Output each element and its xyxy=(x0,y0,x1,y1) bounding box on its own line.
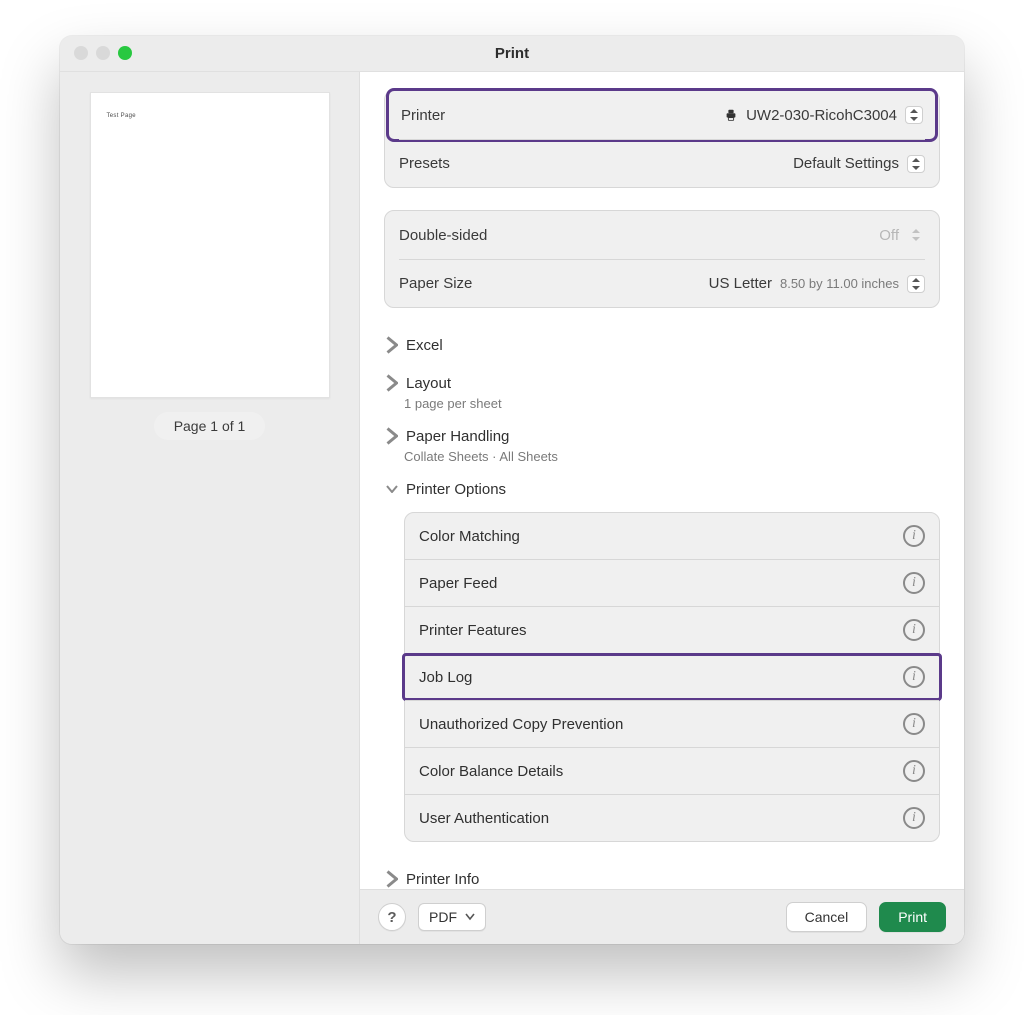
printer-option-job-log[interactable]: Job Log i xyxy=(405,653,939,700)
printer-value: UW2-030-RicohC3004 xyxy=(746,107,897,124)
preview-content-text: Test Page xyxy=(91,93,329,119)
section-layout[interactable]: Layout 1 page per sheet xyxy=(384,368,940,411)
printer-option-user-authentication[interactable]: User Authentication i xyxy=(405,794,939,841)
dialog-footer: ? PDF Cancel Print xyxy=(360,889,964,944)
info-icon[interactable]: i xyxy=(903,807,925,829)
stepper-icon xyxy=(907,275,925,293)
preview-pane: Test Page Page 1 of 1 xyxy=(60,72,360,944)
chevron-down-icon xyxy=(465,913,475,921)
double-sided-value: Off xyxy=(879,227,899,244)
window-controls xyxy=(74,46,132,60)
info-icon[interactable]: i xyxy=(903,713,925,735)
minimize-window-button[interactable] xyxy=(96,46,110,60)
page-preview: Test Page xyxy=(90,92,330,398)
presets-select-row[interactable]: Presets Default Settings xyxy=(399,139,925,187)
option-label: Color Balance Details xyxy=(419,763,563,780)
printer-label: Printer xyxy=(401,107,445,124)
printer-icon xyxy=(724,108,738,122)
close-window-button[interactable] xyxy=(74,46,88,60)
chevron-right-icon xyxy=(386,430,398,442)
pdf-label: PDF xyxy=(429,909,457,925)
paper-size-value: US Letter xyxy=(709,275,772,292)
info-icon[interactable]: i xyxy=(903,666,925,688)
help-button[interactable]: ? xyxy=(378,903,406,931)
info-icon[interactable]: i xyxy=(903,525,925,547)
section-subtitle: 1 page per sheet xyxy=(404,396,940,411)
printer-option-printer-features[interactable]: Printer Features i xyxy=(405,606,939,653)
info-icon[interactable]: i xyxy=(903,572,925,594)
cancel-button[interactable]: Cancel xyxy=(786,902,868,932)
paper-size-label: Paper Size xyxy=(399,275,472,292)
section-title: Paper Handling xyxy=(406,428,509,445)
chevron-right-icon xyxy=(386,377,398,389)
section-excel[interactable]: Excel xyxy=(384,330,940,360)
section-title: Layout xyxy=(406,375,451,392)
option-label: Unauthorized Copy Prevention xyxy=(419,716,623,733)
option-label: User Authentication xyxy=(419,810,549,827)
chevron-right-icon xyxy=(386,873,398,885)
settings-pane: Printer UW2-030-RicohC3004 xyxy=(360,72,964,944)
double-sided-row: Double-sided Off xyxy=(399,211,925,259)
paper-size-row[interactable]: Paper Size US Letter 8.50 by 11.00 inche… xyxy=(399,259,925,307)
section-printer-options[interactable]: Printer Options xyxy=(384,474,940,504)
pdf-dropdown[interactable]: PDF xyxy=(418,903,486,931)
option-label: Color Matching xyxy=(419,528,520,545)
section-subtitle: Collate Sheets · All Sheets xyxy=(404,449,940,464)
double-sided-label: Double-sided xyxy=(399,227,487,244)
info-icon[interactable]: i xyxy=(903,619,925,641)
paper-size-dims: 8.50 by 11.00 inches xyxy=(780,276,899,291)
presets-value: Default Settings xyxy=(793,155,899,172)
section-printer-info[interactable]: Printer Info xyxy=(384,864,940,889)
printer-option-color-balance-details[interactable]: Color Balance Details i xyxy=(405,747,939,794)
option-label: Printer Features xyxy=(419,622,527,639)
page-setup-group: Double-sided Off Paper Size US xyxy=(384,210,940,308)
printer-option-color-matching[interactable]: Color Matching i xyxy=(405,513,939,559)
chevron-right-icon xyxy=(386,339,398,351)
section-title: Printer Options xyxy=(406,481,506,498)
titlebar: Print xyxy=(60,36,964,72)
dialog-title: Print xyxy=(495,45,529,62)
printer-option-paper-feed[interactable]: Paper Feed i xyxy=(405,559,939,606)
printer-presets-group: Printer UW2-030-RicohC3004 xyxy=(384,90,940,188)
presets-label: Presets xyxy=(399,155,450,172)
section-paper-handling[interactable]: Paper Handling Collate Sheets · All Shee… xyxy=(384,421,940,464)
info-icon[interactable]: i xyxy=(903,760,925,782)
stepper-icon xyxy=(907,226,925,244)
print-button[interactable]: Print xyxy=(879,902,946,932)
option-label: Job Log xyxy=(419,669,472,686)
stepper-icon xyxy=(905,106,923,124)
printer-select-row[interactable]: Printer UW2-030-RicohC3004 xyxy=(401,91,923,139)
printer-row-highlight: Printer UW2-030-RicohC3004 xyxy=(386,88,938,142)
zoom-window-button[interactable] xyxy=(118,46,132,60)
printer-option-unauthorized-copy-prevention[interactable]: Unauthorized Copy Prevention i xyxy=(405,700,939,747)
printer-options-list: Color MatchingiPaper FeediPrinter Featur… xyxy=(404,512,940,842)
stepper-icon xyxy=(907,155,925,173)
option-label: Paper Feed xyxy=(419,575,497,592)
section-title: Printer Info xyxy=(406,871,479,888)
chevron-down-icon xyxy=(386,483,398,495)
page-indicator: Page 1 of 1 xyxy=(154,412,266,440)
print-dialog: Print Test Page Page 1 of 1 Printer xyxy=(60,36,964,944)
section-title: Excel xyxy=(406,337,443,354)
